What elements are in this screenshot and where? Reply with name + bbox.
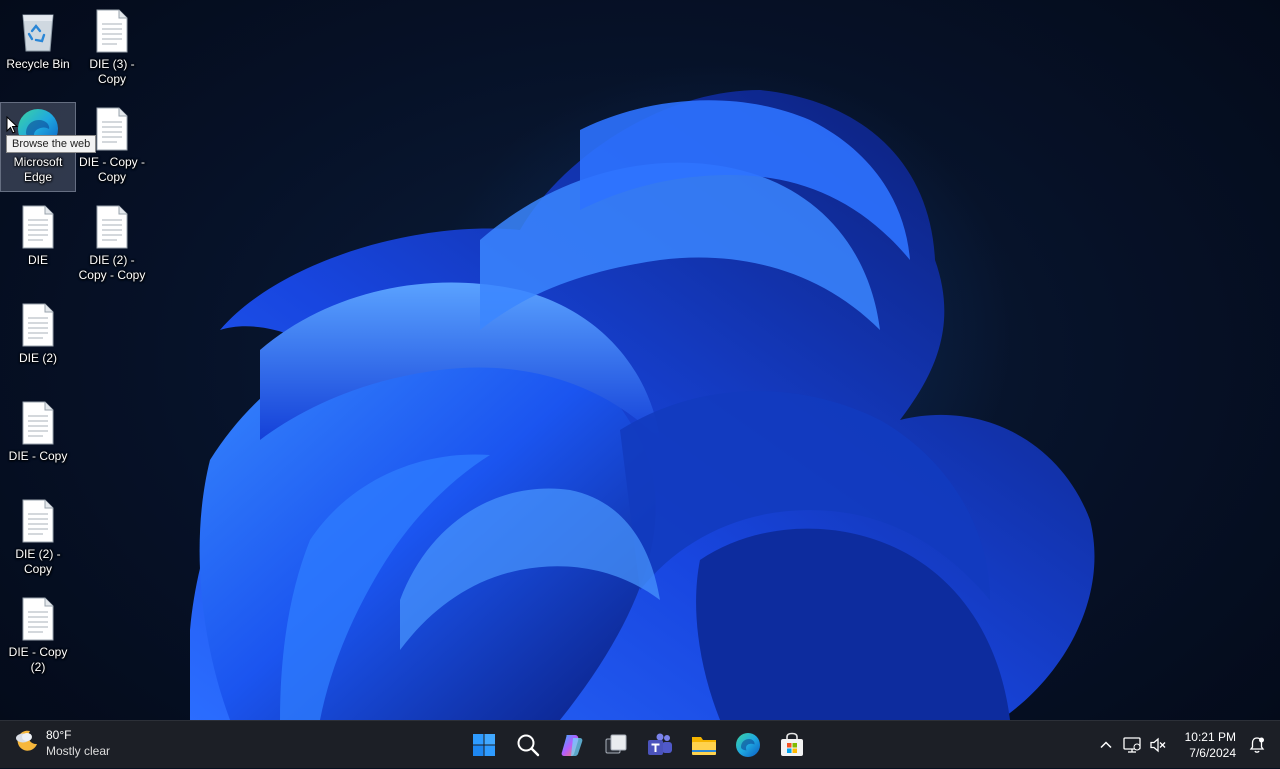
search-button[interactable] <box>508 725 548 765</box>
desktop-icon-recycle-bin[interactable]: Recycle Bin <box>0 4 76 94</box>
desktop-icon-die[interactable]: DIE <box>0 200 76 290</box>
file-explorer-icon <box>692 737 716 755</box>
notification-bell-icon <box>1249 737 1265 753</box>
text-file-icon <box>16 499 60 543</box>
desktop-icon-die-2-copy[interactable]: DIE (2) - Copy <box>0 494 76 584</box>
text-file-icon <box>16 401 60 445</box>
desktop-icon-label: DIE (2) - Copy - Copy <box>78 253 146 282</box>
desktop-icon-die-copy-2[interactable]: DIE - Copy (2) <box>0 592 76 682</box>
clock-time: 10:21 PM <box>1184 730 1236 744</box>
recycle-bin-icon <box>16 9 60 53</box>
desktop[interactable]: Recycle Bin DIE (3) - Copy Microsoft Edg… <box>0 0 1280 720</box>
network-button[interactable] <box>1119 725 1145 765</box>
file-explorer-button[interactable] <box>684 725 724 765</box>
desktop-icon-label: DIE - Copy - Copy <box>78 155 145 184</box>
text-file-icon <box>90 205 134 249</box>
copilot-icon <box>561 735 583 756</box>
task-view-button[interactable] <box>596 725 636 765</box>
text-file-icon <box>90 9 134 53</box>
desktop-icon-label: Recycle Bin <box>6 57 70 71</box>
edge-button[interactable] <box>728 725 768 765</box>
network-icon <box>1122 737 1141 753</box>
desktop-icon-label: DIE - Copy (2) <box>8 645 68 674</box>
desktop-icon-label: DIE <box>27 253 48 267</box>
desktop-icon-die-copy[interactable]: DIE - Copy <box>0 396 76 486</box>
moon-cloud-icon <box>14 728 40 759</box>
desktop-icon-die-3-copy[interactable]: DIE (3) - Copy <box>74 4 150 94</box>
clock-date: 7/6/2024 <box>1189 746 1236 760</box>
store-button[interactable] <box>772 725 812 765</box>
volume-button[interactable] <box>1145 725 1171 765</box>
volume-muted-icon <box>1149 737 1166 753</box>
desktop-icon-die-2-copy-copy[interactable]: DIE (2) - Copy - Copy <box>74 200 150 290</box>
text-file-icon <box>90 107 134 151</box>
bloom-wallpaper <box>190 90 1095 720</box>
weather-condition: Mostly clear <box>46 744 111 758</box>
desktop-icon-label: DIE (3) - Copy <box>89 57 135 86</box>
windows-start-icon <box>473 734 495 756</box>
mouse-cursor-icon <box>6 116 18 134</box>
desktop-icon-label: DIE (2) <box>18 351 57 365</box>
taskbar: 80°F Mostly clear 10:21 PM 7/6/2024 <box>0 720 1280 768</box>
text-file-icon <box>16 303 60 347</box>
desktop-icon-label: DIE (2) - Copy <box>15 547 61 576</box>
weather-widget[interactable]: 80°F Mostly clear <box>14 727 110 759</box>
start-button[interactable] <box>464 725 504 765</box>
teams-button[interactable] <box>640 725 680 765</box>
desktop-icon-die-2[interactable]: DIE (2) <box>0 298 76 388</box>
desktop-icon-label: DIE - Copy <box>8 449 68 463</box>
weather-temperature: 80°F <box>46 728 72 742</box>
teams-icon <box>648 733 672 755</box>
clock[interactable]: 10:21 PM 7/6/2024 <box>1185 729 1236 761</box>
store-icon <box>781 732 803 756</box>
desktop-icon-label: Microsoft Edge <box>13 155 63 184</box>
text-file-icon <box>16 597 60 641</box>
show-hidden-icons-button[interactable] <box>1093 725 1119 765</box>
chevron-up-icon <box>1100 741 1112 749</box>
system-tray: 10:21 PM 7/6/2024 <box>1093 721 1280 769</box>
search-icon <box>517 734 540 757</box>
taskbar-apps <box>464 725 812 765</box>
copilot-button[interactable] <box>552 725 592 765</box>
text-file-icon <box>16 205 60 249</box>
notifications-button[interactable] <box>1244 725 1270 765</box>
edge-icon <box>736 733 760 757</box>
task-view-icon <box>605 734 627 754</box>
tooltip: Browse the web <box>6 135 97 153</box>
